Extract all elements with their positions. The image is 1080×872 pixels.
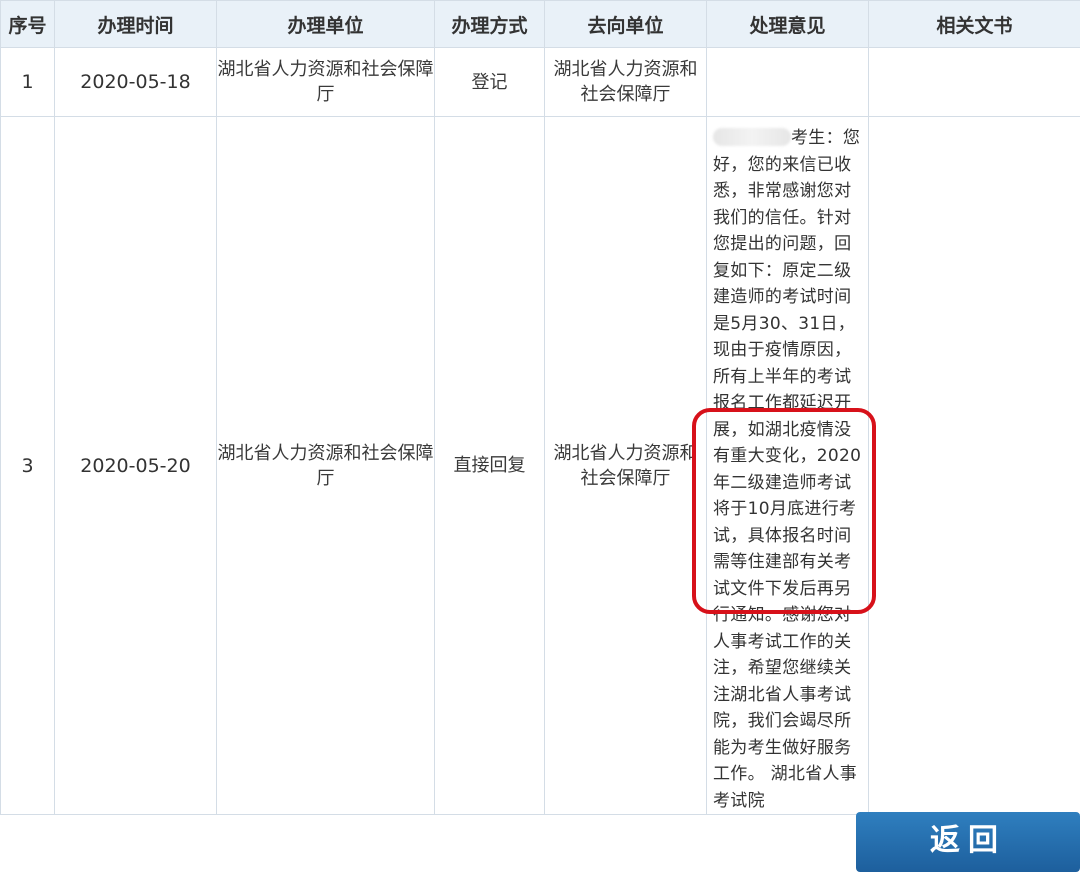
cell-method: 直接回复 bbox=[435, 117, 545, 815]
cell-opinion bbox=[707, 48, 869, 117]
cell-unit: 湖北省人力资源和社会保障厅 bbox=[217, 48, 435, 117]
table-row: 3 2020-05-20 湖北省人力资源和社会保障厅 直接回复 湖北省人力资源和… bbox=[1, 117, 1080, 815]
cell-method: 登记 bbox=[435, 48, 545, 117]
cell-documents bbox=[869, 117, 1080, 815]
redacted-name bbox=[713, 128, 791, 146]
cell-date: 2020-05-18 bbox=[55, 48, 217, 117]
header-opinion: 处理意见 bbox=[707, 1, 869, 48]
cell-seq: 1 bbox=[1, 48, 55, 117]
header-date: 办理时间 bbox=[55, 1, 217, 48]
header-seq: 序号 bbox=[1, 1, 55, 48]
header-method: 办理方式 bbox=[435, 1, 545, 48]
table-row: 1 2020-05-18 湖北省人力资源和社会保障厅 登记 湖北省人力资源和社会… bbox=[1, 48, 1080, 117]
return-button[interactable]: 返回 bbox=[856, 812, 1080, 872]
table-header-row: 序号 办理时间 办理单位 办理方式 去向单位 处理意见 相关文书 bbox=[1, 1, 1080, 48]
cell-date: 2020-05-20 bbox=[55, 117, 217, 815]
header-destination: 去向单位 bbox=[545, 1, 707, 48]
opinion-body: 考生：您好，您的来信已收悉，非常感谢您对我们的信任。针对您提出的问题，回复如下：… bbox=[713, 128, 861, 811]
opinion-text: 考生：您好，您的来信已收悉，非常感谢您对我们的信任。针对您提出的问题，回复如下：… bbox=[707, 117, 868, 814]
cell-destination: 湖北省人力资源和社会保障厅 bbox=[545, 117, 707, 815]
cell-unit: 湖北省人力资源和社会保障厅 bbox=[217, 117, 435, 815]
cell-destination: 湖北省人力资源和社会保障厅 bbox=[545, 48, 707, 117]
cell-opinion: 考生：您好，您的来信已收悉，非常感谢您对我们的信任。针对您提出的问题，回复如下：… bbox=[707, 117, 869, 815]
cell-seq: 3 bbox=[1, 117, 55, 815]
records-table: 序号 办理时间 办理单位 办理方式 去向单位 处理意见 相关文书 1 2020-… bbox=[0, 0, 1080, 815]
header-documents: 相关文书 bbox=[869, 1, 1080, 48]
cell-documents bbox=[869, 48, 1080, 117]
header-unit: 办理单位 bbox=[217, 1, 435, 48]
